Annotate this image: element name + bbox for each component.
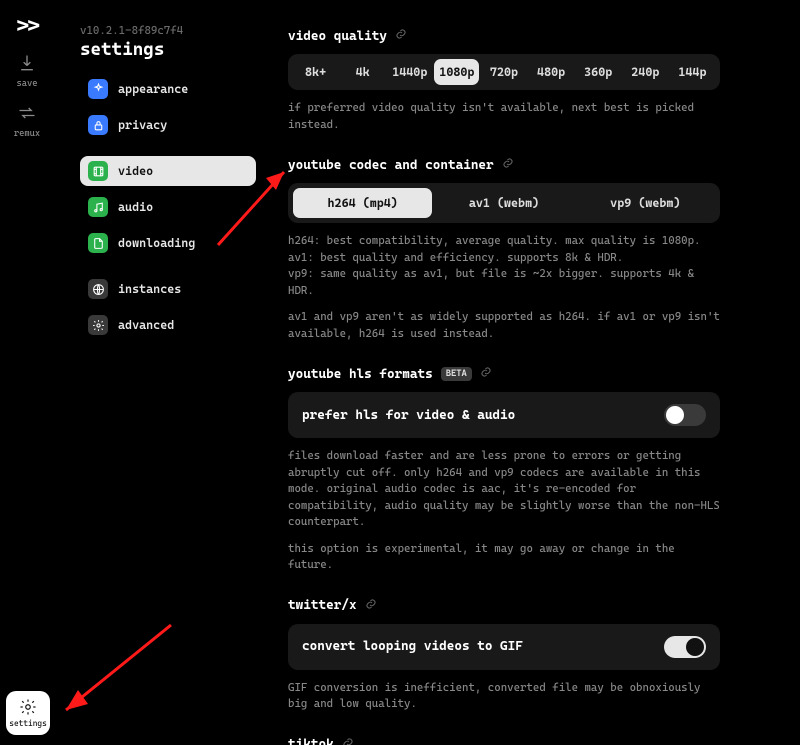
sidebar-item-instances[interactable]: instances <box>80 274 256 304</box>
lock-icon <box>88 115 108 135</box>
switch[interactable] <box>664 636 706 658</box>
sidebar-item-appearance[interactable]: appearance <box>80 74 256 104</box>
sidebar-item-label: privacy <box>118 118 167 132</box>
option-144p[interactable]: 144p <box>670 59 715 85</box>
annotation-arrow <box>56 620 176 720</box>
section-video-quality: video quality 8k+4k1440p1080p720p480p360… <box>288 28 720 133</box>
app-rail: >> save remux <box>0 0 54 745</box>
download-icon <box>17 53 37 76</box>
toggle-label: convert looping videos to GIF <box>302 639 523 654</box>
rail-item-save[interactable]: save <box>4 53 50 89</box>
section-youtube-hls: youtube hls formats BETA prefer hls for … <box>288 366 720 574</box>
globe-icon <box>88 279 108 299</box>
option-480p[interactable]: 480p <box>529 59 574 85</box>
film-icon <box>88 161 108 181</box>
section-note: av1 and vp9 aren't as widely supported a… <box>288 309 720 342</box>
sidebar-item-advanced[interactable]: advanced <box>80 310 256 340</box>
section-twitter: twitter/x convert looping videos to GIF … <box>288 598 720 713</box>
option-8k-[interactable]: 8k+ <box>293 59 338 85</box>
section-title: twitter/x <box>288 598 357 613</box>
toggle-label: prefer hls for video & audio <box>302 408 515 423</box>
settings-main: video quality 8k+4k1440p1080p720p480p360… <box>288 28 720 745</box>
sidebar-item-label: downloading <box>118 236 195 250</box>
rail-item-remux[interactable]: remux <box>4 103 50 139</box>
option-4k[interactable]: 4k <box>340 59 385 85</box>
option-240p[interactable]: 240p <box>623 59 668 85</box>
section-note: GIF conversion is inefficient, converted… <box>288 680 720 713</box>
link-icon[interactable] <box>342 737 354 745</box>
sidebar-item-audio[interactable]: audio <box>80 192 256 222</box>
option-720p[interactable]: 720p <box>481 59 526 85</box>
option-1440p[interactable]: 1440p <box>387 59 432 85</box>
option-vp9-webm-[interactable]: vp9 (webm) <box>576 188 715 218</box>
sidebar-item-label: video <box>118 164 153 178</box>
link-icon[interactable] <box>365 598 377 614</box>
section-note: files download faster and are less prone… <box>288 448 720 531</box>
app-version: v10.2.1-8f89c7f4 <box>80 24 256 37</box>
option-1080p[interactable]: 1080p <box>434 59 479 85</box>
sidebar-item-label: advanced <box>118 318 174 332</box>
link-icon[interactable] <box>480 366 492 382</box>
sidebar-item-label: instances <box>118 282 181 296</box>
section-title: tiktok <box>288 737 334 745</box>
gear-icon <box>19 698 37 718</box>
section-note: this option is experimental, it may go a… <box>288 541 720 574</box>
video-quality-segmented[interactable]: 8k+4k1440p1080p720p480p360p240p144p <box>288 54 720 90</box>
section-title: youtube codec and container <box>288 158 494 173</box>
rail-item-settings[interactable]: settings <box>6 691 50 735</box>
link-icon[interactable] <box>395 28 407 44</box>
rail-item-label: settings <box>9 719 47 728</box>
section-tiktok: tiktok prefer HEVC/H265 format allows do… <box>288 737 720 745</box>
section-youtube-codec: youtube codec and container h264 (mp4)av… <box>288 157 720 342</box>
file-icon <box>88 233 108 253</box>
music-icon <box>88 197 108 217</box>
gear-icon <box>88 315 108 335</box>
section-title: video quality <box>288 29 387 44</box>
app-logo[interactable]: >> <box>16 14 38 39</box>
page-title: settings <box>80 39 256 60</box>
beta-badge: BETA <box>441 367 472 381</box>
section-note: h264: best compatibility, average qualit… <box>288 233 720 299</box>
youtube-codec-segmented[interactable]: h264 (mp4)av1 (webm)vp9 (webm) <box>288 183 720 223</box>
sidebar-item-video[interactable]: video <box>80 156 256 186</box>
toggle-prefer-hls[interactable]: prefer hls for video & audio <box>288 392 720 438</box>
switch[interactable] <box>664 404 706 426</box>
toggle-convert-gif[interactable]: convert looping videos to GIF <box>288 624 720 670</box>
remux-icon <box>17 103 37 126</box>
section-note: if preferred video quality isn't availab… <box>288 100 720 133</box>
sidebar-item-privacy[interactable]: privacy <box>80 110 256 140</box>
option-av1-webm-[interactable]: av1 (webm) <box>434 188 573 218</box>
rail-item-label: remux <box>14 129 40 139</box>
link-icon[interactable] <box>502 157 514 173</box>
option-360p[interactable]: 360p <box>576 59 621 85</box>
sidebar-item-downloading[interactable]: downloading <box>80 228 256 258</box>
section-title: youtube hls formats <box>288 367 433 382</box>
sidebar-item-label: appearance <box>118 82 188 96</box>
option-h264-mp4-[interactable]: h264 (mp4) <box>293 188 432 218</box>
sparkle-icon <box>88 79 108 99</box>
rail-item-label: save <box>16 79 37 89</box>
sidebar-item-label: audio <box>118 200 153 214</box>
settings-sidebar: v10.2.1-8f89c7f4 settings appearance priv… <box>80 24 256 356</box>
